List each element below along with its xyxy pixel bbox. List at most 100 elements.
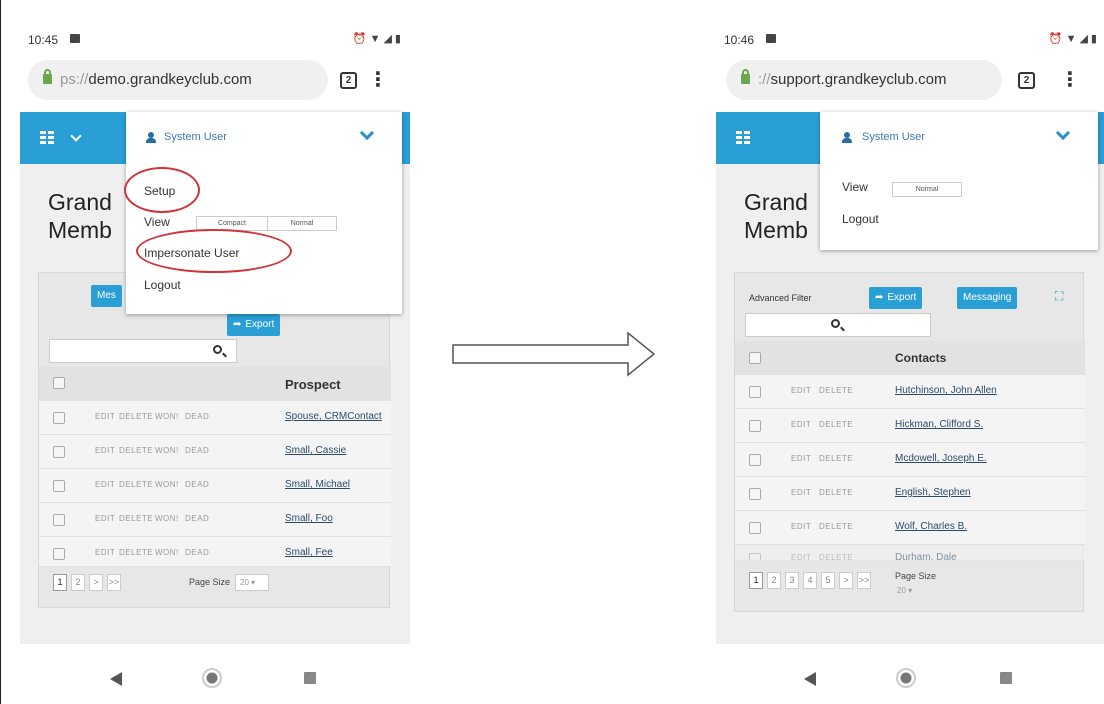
view-option-compact[interactable]: Compact bbox=[196, 216, 268, 231]
dead-link[interactable]: DEAD bbox=[185, 412, 209, 421]
delete-link[interactable]: DELETE bbox=[119, 412, 153, 421]
row-checkbox[interactable] bbox=[749, 386, 761, 398]
edit-link[interactable]: EDIT bbox=[791, 553, 811, 560]
page-button[interactable]: 4 bbox=[803, 572, 817, 589]
delete-link[interactable]: DELETE bbox=[119, 548, 153, 557]
page-size-select[interactable]: 20 ▾ bbox=[893, 583, 927, 600]
contact-link[interactable]: Small, Foo bbox=[285, 513, 333, 524]
row-checkbox[interactable] bbox=[749, 454, 761, 466]
advanced-filter-link[interactable]: Advanced Filter bbox=[749, 293, 812, 303]
page-size-select[interactable]: 20 ▾ bbox=[235, 574, 269, 591]
row-checkbox[interactable] bbox=[749, 553, 761, 560]
contact-link[interactable]: Hickman, Clifford S. bbox=[895, 419, 983, 430]
dead-link[interactable]: DEAD bbox=[185, 548, 209, 557]
contact-link[interactable]: Small, Cassie bbox=[285, 445, 346, 456]
chevron-down-icon[interactable] bbox=[359, 125, 375, 141]
page-button[interactable]: 5 bbox=[821, 572, 835, 589]
export-button[interactable]: ➦ Export bbox=[869, 287, 923, 309]
delete-link[interactable]: DELETE bbox=[119, 480, 153, 489]
view-option-normal[interactable]: Normal bbox=[892, 182, 962, 197]
messaging-button[interactable]: Mes bbox=[91, 285, 122, 307]
contact-link[interactable]: Hutchinson, John Allen bbox=[895, 385, 997, 396]
edit-link[interactable]: EDIT bbox=[791, 420, 811, 429]
edit-link[interactable]: EDIT bbox=[791, 488, 811, 497]
search-input[interactable] bbox=[745, 313, 931, 337]
overflow-menu-icon[interactable]: ⋮ bbox=[368, 70, 388, 90]
delete-link[interactable]: DELETE bbox=[819, 420, 853, 429]
dead-link[interactable]: DEAD bbox=[185, 480, 209, 489]
row-checkbox[interactable] bbox=[53, 514, 65, 526]
select-all-checkbox[interactable] bbox=[749, 352, 761, 364]
contact-link[interactable]: Mcdowell, Joseph E. bbox=[895, 453, 987, 464]
delete-link[interactable]: DELETE bbox=[819, 488, 853, 497]
search-input[interactable] bbox=[49, 339, 237, 363]
row-checkbox[interactable] bbox=[749, 420, 761, 432]
home-icon[interactable] bbox=[202, 668, 222, 688]
edit-link[interactable]: EDIT bbox=[95, 480, 115, 489]
menu-item-setup[interactable]: Setup bbox=[144, 184, 175, 198]
contact-link[interactable]: Spouse, CRMContact bbox=[285, 411, 382, 422]
delete-link[interactable]: DELETE bbox=[819, 522, 853, 531]
contact-link[interactable]: English, Stephen bbox=[895, 487, 971, 498]
row-checkbox[interactable] bbox=[53, 480, 65, 492]
delete-link[interactable]: DELETE bbox=[119, 446, 153, 455]
last-page-button[interactable]: >> bbox=[107, 574, 121, 591]
menu-item-logout[interactable]: Logout bbox=[144, 278, 181, 292]
row-checkbox[interactable] bbox=[749, 522, 761, 534]
won-link[interactable]: WON! bbox=[155, 514, 179, 523]
contact-link[interactable]: Wolf, Charles B. bbox=[895, 521, 967, 532]
edit-link[interactable]: EDIT bbox=[95, 446, 115, 455]
dead-link[interactable]: DEAD bbox=[185, 514, 209, 523]
expand-icon[interactable]: ⛶ bbox=[1055, 289, 1063, 304]
export-button[interactable]: ➦ Export bbox=[227, 314, 281, 336]
user-name[interactable]: System User bbox=[164, 131, 227, 143]
view-option-normal[interactable]: Normal bbox=[267, 216, 337, 231]
won-link[interactable]: WON! bbox=[155, 480, 179, 489]
won-link[interactable]: WON! bbox=[155, 446, 179, 455]
home-icon[interactable] bbox=[896, 668, 916, 688]
menu-item-logout[interactable]: Logout bbox=[842, 212, 879, 226]
next-page-button[interactable]: > bbox=[839, 572, 853, 589]
row-checkbox[interactable] bbox=[53, 548, 65, 560]
edit-link[interactable]: EDIT bbox=[791, 522, 811, 531]
recent-apps-icon[interactable] bbox=[304, 672, 316, 684]
back-icon[interactable] bbox=[110, 672, 122, 686]
grid-menu-icon[interactable] bbox=[40, 131, 54, 144]
edit-link[interactable]: EDIT bbox=[95, 548, 115, 557]
recent-apps-icon[interactable] bbox=[1000, 672, 1012, 684]
address-bar[interactable]: ps://demo.grandkeyclub.com bbox=[28, 60, 328, 100]
select-all-checkbox[interactable] bbox=[53, 377, 65, 389]
delete-link[interactable]: DELETE bbox=[819, 454, 853, 463]
next-page-button[interactable]: > bbox=[89, 574, 103, 591]
row-checkbox[interactable] bbox=[53, 446, 65, 458]
row-checkbox[interactable] bbox=[749, 488, 761, 500]
contact-link[interactable]: Durham, Dale bbox=[895, 552, 957, 560]
contact-link[interactable]: Small, Michael bbox=[285, 479, 350, 490]
edit-link[interactable]: EDIT bbox=[95, 412, 115, 421]
contact-link[interactable]: Small, Fee bbox=[285, 547, 333, 558]
menu-item-impersonate-user[interactable]: Impersonate User bbox=[144, 246, 239, 260]
edit-link[interactable]: EDIT bbox=[791, 454, 811, 463]
tab-switcher-button[interactable]: 2 bbox=[1018, 72, 1035, 89]
dead-link[interactable]: DEAD bbox=[185, 446, 209, 455]
last-page-button[interactable]: >> bbox=[857, 572, 871, 589]
delete-link[interactable]: DELETE bbox=[119, 514, 153, 523]
user-name[interactable]: System User bbox=[862, 131, 925, 143]
messaging-button[interactable]: Messaging bbox=[957, 287, 1018, 309]
won-link[interactable]: WON! bbox=[155, 412, 179, 421]
address-bar[interactable]: ://support.grandkeyclub.com bbox=[726, 60, 1002, 100]
chevron-down-icon[interactable] bbox=[70, 130, 82, 142]
column-header-contacts[interactable]: Contacts bbox=[895, 351, 946, 365]
overflow-menu-icon[interactable]: ⋮ bbox=[1060, 70, 1080, 90]
grid-menu-icon[interactable] bbox=[736, 131, 750, 144]
tab-switcher-button[interactable]: 2 bbox=[340, 72, 357, 89]
column-header-prospect[interactable]: Prospect bbox=[285, 377, 341, 392]
edit-link[interactable]: EDIT bbox=[791, 386, 811, 395]
won-link[interactable]: WON! bbox=[155, 548, 179, 557]
page-button[interactable]: 3 bbox=[785, 572, 799, 589]
page-button[interactable]: 2 bbox=[767, 572, 781, 589]
back-icon[interactable] bbox=[804, 672, 816, 686]
page-button[interactable]: 2 bbox=[71, 574, 85, 591]
chevron-down-icon[interactable] bbox=[1055, 125, 1071, 141]
page-button[interactable]: 1 bbox=[53, 574, 67, 591]
